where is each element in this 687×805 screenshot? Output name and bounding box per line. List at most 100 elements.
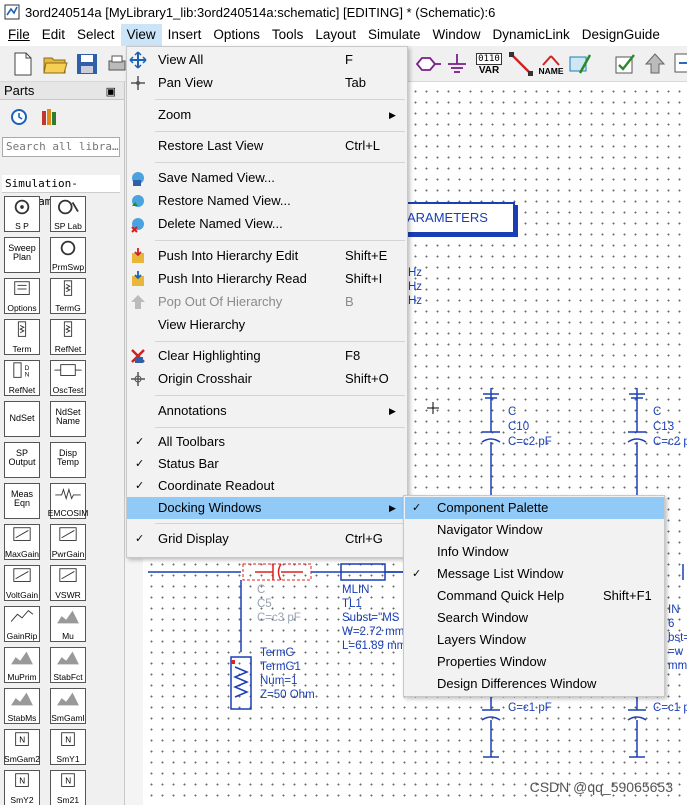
- save-icon[interactable]: [72, 49, 102, 79]
- open-folder-icon[interactable]: [40, 49, 70, 79]
- menu-window[interactable]: Window: [426, 24, 486, 46]
- menu-item-shortcut: Ctrl+G: [345, 531, 383, 546]
- menu-item-grid-display[interactable]: ✓ Grid Display Ctrl+G: [127, 528, 407, 550]
- menu-bar: File Edit Select View Insert Options Too…: [0, 24, 687, 46]
- save-view-icon: [132, 172, 144, 186]
- palette-label: EMCOSIM: [47, 508, 89, 518]
- menu-item-all-toolbars[interactable]: ✓ All Toolbars: [127, 431, 407, 453]
- palette-item-disp-temp[interactable]: Disp Temp: [50, 442, 86, 478]
- menu-designguide[interactable]: DesignGuide: [576, 24, 666, 46]
- menu-item-push-read[interactable]: Push Into Hierarchy Read Shift+I: [127, 268, 407, 290]
- term-num: Num=1: [260, 675, 298, 687]
- menu-separator: [155, 523, 405, 524]
- palette-item-sp-output[interactable]: SP Output: [4, 442, 40, 478]
- component-edit-icon[interactable]: [566, 49, 596, 79]
- parts-search-input[interactable]: Search all libra…: [2, 137, 120, 157]
- menu-options[interactable]: Options: [207, 24, 266, 46]
- menu-tools[interactable]: Tools: [266, 24, 310, 46]
- menu-item-delete-named-view[interactable]: Delete Named View...: [127, 213, 407, 235]
- submenu-item-info-window[interactable]: Info Window: [405, 541, 664, 563]
- menu-item-status-bar[interactable]: ✓ Status Bar: [127, 453, 407, 475]
- check-design-icon[interactable]: [610, 49, 640, 79]
- submenu-arrow-icon: ▶: [389, 503, 396, 513]
- menu-item-clear-highlighting[interactable]: Clear Highlighting F8: [127, 345, 407, 367]
- palette-label: PrmSwp: [51, 262, 85, 272]
- clear-highlight-icon: [131, 349, 145, 363]
- wire-label-icon[interactable]: NAME: [536, 49, 566, 79]
- menu-item-label: Clear Highlighting: [158, 348, 261, 363]
- menu-item-push-edit[interactable]: Push Into Hierarchy Edit Shift+E: [127, 245, 407, 267]
- menu-item-shortcut: Shift+E: [345, 248, 388, 263]
- menu-insert[interactable]: Insert: [162, 24, 208, 46]
- c13-name: C13: [653, 421, 675, 433]
- menu-item-annotations[interactable]: Annotations ▶: [127, 400, 407, 422]
- submenu-item-properties-window[interactable]: Properties Window: [405, 651, 664, 673]
- menu-item-label: Info Window: [437, 544, 509, 559]
- submenu-item-command-quick-help[interactable]: Command Quick Help Shift+F1: [405, 585, 664, 607]
- view-all-icon: [129, 51, 147, 69]
- palette-item-sweep-plan[interactable]: Sweep Plan: [4, 237, 40, 273]
- submenu-item-design-differences-window[interactable]: Design Differences Window: [405, 673, 664, 695]
- menu-item-restore-named-view[interactable]: Restore Named View...: [127, 190, 407, 212]
- palette-item-meas-eqn[interactable]: Meas Eqn: [4, 483, 40, 519]
- menu-item-label: Push Into Hierarchy Edit: [158, 248, 299, 263]
- menu-item-restore-last-view[interactable]: Restore Last View Ctrl+L: [127, 135, 407, 157]
- checkmark-icon: ✓: [135, 533, 145, 545]
- submenu-item-component-palette[interactable]: ✓ Component Palette: [405, 497, 664, 519]
- library-selector[interactable]: Simulation-S_Param: [2, 175, 120, 208]
- menu-view[interactable]: View: [120, 24, 162, 46]
- menu-item-label: View Hierarchy: [158, 317, 246, 332]
- menu-item-pop-out[interactable]: Pop Out Of Hierarchy B: [127, 291, 407, 313]
- palette-item-ndset-name[interactable]: NdSet Name: [50, 401, 86, 437]
- new-file-icon[interactable]: [8, 49, 38, 79]
- library-books-icon[interactable]: [40, 108, 60, 126]
- menu-item-label: Restore Last View: [158, 138, 264, 153]
- menu-item-pan-view[interactable]: Pan View Tab: [127, 72, 407, 94]
- pin-icon[interactable]: ▣: [106, 83, 116, 101]
- push-up-icon[interactable]: [640, 49, 670, 79]
- menu-simulate[interactable]: Simulate: [362, 24, 427, 46]
- menu-item-shortcut: F: [345, 52, 353, 67]
- palette-label: OscTest: [52, 385, 84, 395]
- port-icon[interactable]: [412, 49, 442, 79]
- menu-select[interactable]: Select: [71, 24, 121, 46]
- c10-type: C: [508, 406, 517, 418]
- menu-item-save-named-view[interactable]: Save Named View...: [127, 167, 407, 189]
- palette-label: S P: [15, 221, 29, 231]
- menu-separator: [155, 240, 405, 241]
- menu-item-zoom[interactable]: Zoom ▶: [127, 104, 407, 126]
- menu-dynamiclink[interactable]: DynamicLink: [487, 24, 576, 46]
- app-icon: [4, 4, 20, 20]
- submenu-item-search-window[interactable]: Search Window: [405, 607, 664, 629]
- pop-out-icon[interactable]: [668, 49, 687, 79]
- menu-item-coordinate-readout[interactable]: ✓ Coordinate Readout: [127, 475, 407, 497]
- restore-view-icon: [132, 195, 144, 207]
- menu-item-shortcut: B: [345, 294, 354, 309]
- history-icon[interactable]: [10, 108, 28, 126]
- right-fragment: mm: [668, 660, 687, 672]
- palette-label: PwrGain: [51, 549, 85, 559]
- menu-item-label: Docking Windows: [158, 500, 262, 515]
- push-edit-icon: [132, 248, 144, 263]
- var-icon[interactable]: 0110 VAR: [474, 49, 504, 79]
- palette-label: TermG: [55, 303, 81, 313]
- menu-item-origin-crosshair[interactable]: Origin Crosshair Shift+O: [127, 368, 407, 390]
- submenu-item-navigator-window[interactable]: Navigator Window: [405, 519, 664, 541]
- menu-file[interactable]: File: [0, 24, 36, 46]
- menu-item-view-all[interactable]: View All F: [127, 49, 407, 71]
- wire-icon[interactable]: [506, 49, 536, 79]
- watermark: CSDN @qq_59065653: [529, 779, 673, 795]
- menu-separator: [155, 99, 405, 100]
- submenu-item-message-list-window[interactable]: ✓ Message List Window: [405, 563, 664, 585]
- palette-item-ndset[interactable]: NdSet: [4, 401, 40, 437]
- menu-edit[interactable]: Edit: [36, 24, 71, 46]
- palette-label: SmY2: [10, 795, 34, 805]
- checkmark-icon: ✓: [412, 502, 422, 514]
- menu-item-label: Push Into Hierarchy Read: [158, 271, 307, 286]
- menu-layout[interactable]: Layout: [309, 24, 362, 46]
- right-fragment: bst=: [668, 632, 687, 644]
- menu-item-docking-windows[interactable]: Docking Windows ▶: [127, 497, 407, 519]
- menu-item-view-hierarchy[interactable]: View Hierarchy: [127, 314, 407, 336]
- ground-icon[interactable]: [442, 49, 472, 79]
- submenu-item-layers-window[interactable]: Layers Window: [405, 629, 664, 651]
